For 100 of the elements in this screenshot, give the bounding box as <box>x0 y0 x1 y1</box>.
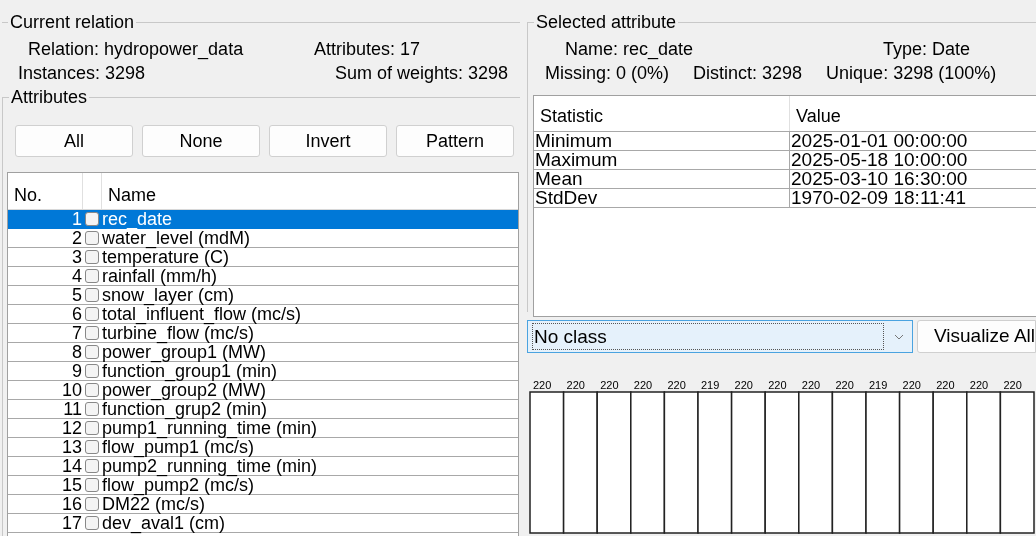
bar-value-label: 220 <box>600 379 619 391</box>
checkbox[interactable] <box>85 288 99 302</box>
column-header[interactable]: No. <box>8 173 83 209</box>
table-cell: Maximum <box>534 151 790 169</box>
toolbar-button[interactable]: None <box>142 125 260 157</box>
attribute-name: total_influent_flow (mc/s) <box>101 305 302 323</box>
row-number: 5 <box>71 286 83 304</box>
attribute-row[interactable]: 8 power_group1 (MW) <box>8 343 518 362</box>
bar-value-label: 219 <box>869 379 888 391</box>
bar-value-label: 220 <box>835 379 854 391</box>
attribute-name: water_level (mdM) <box>101 229 251 247</box>
attribute-name: temperature (C) <box>101 248 230 266</box>
attribute-name: function_grup2 (min) <box>101 400 268 418</box>
attribute-row[interactable]: 13 flow_pump1 (mc/s) <box>8 438 518 457</box>
attribute-row[interactable]: 14 pump2_running_time (min) <box>8 457 518 476</box>
row-number: 6 <box>71 305 83 323</box>
attribute-row[interactable]: 5 snow_layer (cm) <box>8 286 518 305</box>
attribute-name: power_group2 (MW) <box>101 381 267 399</box>
attribute-row[interactable]: 9 function_group1 (min) <box>8 362 518 381</box>
checkbox[interactable] <box>85 459 99 473</box>
attribute-name: pump2_running_time (min) <box>101 457 318 475</box>
missing-label: Missing: 0 (0%) <box>545 62 670 85</box>
attribute-name: DM22 (mc/s) <box>101 495 205 513</box>
distinct-label: Distinct: 3298 <box>693 62 803 85</box>
row-number: 11 <box>62 400 83 418</box>
bar-value-label: 220 <box>566 379 585 391</box>
table-cell: Mean <box>534 170 790 188</box>
attribute-row[interactable]: 10 power_group2 (MW) <box>8 381 518 400</box>
row-number: 9 <box>71 362 83 380</box>
row-number: 16 <box>60 495 83 513</box>
attribute-name: flow_pump2 (mc/s) <box>101 476 255 494</box>
toolbar-button[interactable]: Invert <box>269 125 387 157</box>
row-number: 14 <box>60 457 83 475</box>
attribute-row[interactable]: 4 rainfall (mm/h) <box>8 267 518 286</box>
row-number: 8 <box>71 343 83 361</box>
row-number: 4 <box>71 267 83 285</box>
checkbox[interactable] <box>85 516 99 530</box>
attribute-name: snow_layer (cm) <box>101 286 235 304</box>
attribute-name: turbine_flow (mc/s) <box>101 324 255 342</box>
checkbox[interactable] <box>85 250 99 264</box>
checkbox[interactable] <box>85 269 99 283</box>
checkbox[interactable] <box>85 478 99 492</box>
table-cell: Minimum <box>534 132 790 150</box>
name-label: Name: rec_date <box>565 38 695 61</box>
attribute-row[interactable]: 2 water_level (mdM) <box>8 229 518 248</box>
table-cell: 2025-03-10 16:30:00 <box>790 170 968 188</box>
table-cell: 2025-01-01 00:00:00 <box>790 132 968 150</box>
attribute-row[interactable]: 6 total_influent_flow (mc/s) <box>8 305 518 324</box>
column-header[interactable]: Name <box>102 173 156 209</box>
checkbox[interactable] <box>85 402 99 416</box>
attribute-name: flow_pump1 (mc/s) <box>101 438 255 456</box>
attribute-name: function_group1 (min) <box>101 362 278 380</box>
chevron-down-icon <box>893 333 904 340</box>
visualize-all-button[interactable]: Visualize All <box>916 320 1036 353</box>
checkbox[interactable] <box>85 497 99 511</box>
checkbox[interactable] <box>85 326 99 340</box>
checkbox[interactable] <box>85 383 99 397</box>
table-cell: 2025-05-18 10:00:00 <box>790 151 968 169</box>
row-number: 17 <box>60 514 83 532</box>
class-dropdown[interactable]: No class <box>527 320 913 353</box>
column-header[interactable]: Value <box>790 96 841 131</box>
attribute-row[interactable]: 15 flow_pump2 (mc/s) <box>8 476 518 495</box>
bar-value-label: 220 <box>633 379 653 391</box>
attributes-count: Attributes: 17 <box>313 38 420 61</box>
column-header[interactable]: Statistic <box>534 96 790 131</box>
checkbox[interactable] <box>85 212 99 226</box>
unique-label: Unique: 3298 (100%) <box>826 62 997 85</box>
attribute-name: power_group1 (MW) <box>101 343 267 361</box>
checkbox[interactable] <box>85 364 99 378</box>
attribute-row[interactable]: 16 DM22 (mc/s) <box>8 495 518 514</box>
attribute-name: rainfall (mm/h) <box>101 267 217 285</box>
sum-of-weights: Sum of weights: 3298 <box>334 62 508 85</box>
bar-value-label: 219 <box>701 379 720 391</box>
bar-value-label: 220 <box>768 379 787 391</box>
bar-value-label: 220 <box>667 379 686 391</box>
toolbar-button[interactable]: All <box>15 125 133 157</box>
row-number: 15 <box>60 476 83 494</box>
attribute-row[interactable]: 1 rec_date <box>8 210 518 229</box>
row-number: 12 <box>60 419 83 437</box>
attribute-name: rec_date <box>101 210 173 228</box>
checkbox[interactable] <box>85 440 99 454</box>
row-number: 13 <box>60 438 83 456</box>
instances-count: Instances: 3298 <box>18 62 146 85</box>
checkbox[interactable] <box>85 421 99 435</box>
bar-value-label: 220 <box>533 379 552 391</box>
bar-value-label: 220 <box>936 379 955 391</box>
attribute-name: dev_aval1 (cm) <box>101 514 226 532</box>
attribute-row[interactable]: 3 temperature (C) <box>8 248 518 267</box>
attribute-row[interactable]: 7 turbine_flow (mc/s) <box>8 324 518 343</box>
attribute-row[interactable]: 12 pump1_running_time (min) <box>8 419 518 438</box>
attribute-row[interactable]: 11 function_grup2 (min) <box>8 400 518 419</box>
checkbox[interactable] <box>85 231 99 245</box>
checkbox[interactable] <box>85 345 99 359</box>
bar-value-label: 220 <box>969 379 989 391</box>
type-label: Type: Date <box>883 38 971 61</box>
attribute-row[interactable]: 17 dev_aval1 (cm) <box>8 514 518 533</box>
row-number: 1 <box>71 210 83 228</box>
checkbox[interactable] <box>85 307 99 321</box>
toolbar-button[interactable]: Pattern <box>396 125 514 157</box>
bar-value-label: 220 <box>734 379 753 391</box>
